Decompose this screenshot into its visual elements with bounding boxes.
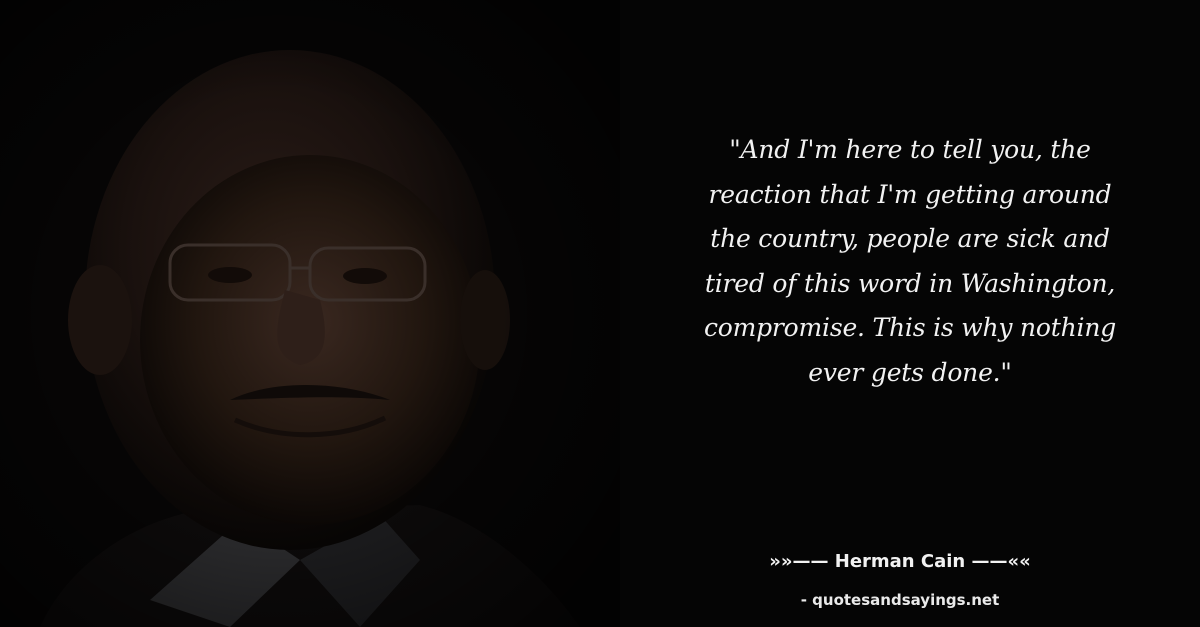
quote-card: "And I'm here to tell you, the reaction …	[0, 0, 1200, 627]
quote-line: "And I'm here to tell you, the	[729, 135, 1091, 164]
quote-line: the country, people are sick and	[710, 224, 1110, 253]
quote-line: ever gets done."	[808, 357, 1012, 387]
quote-source: - quotesandsayings.net	[800, 591, 1000, 609]
quote-text: "And I'm here to tell you, the reaction …	[660, 128, 1160, 395]
portrait-image	[0, 0, 620, 627]
quote-author: »»—— Herman Cain ——««	[769, 551, 1031, 572]
quote-line: reaction that I'm getting around	[708, 179, 1112, 209]
quote-line: tired of this word in Washington,	[704, 268, 1116, 298]
quote-line: compromise. This is why nothing	[703, 313, 1117, 342]
